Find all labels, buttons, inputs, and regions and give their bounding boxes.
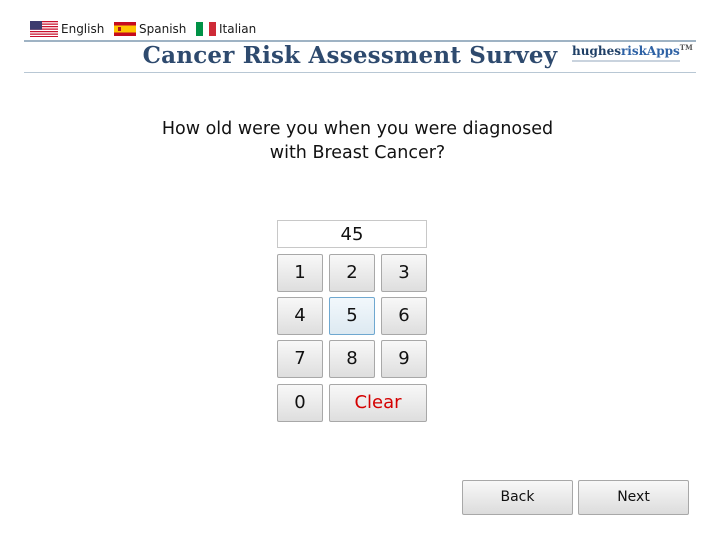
question-line-1: How old were you when you were diagnosed <box>161 119 554 139</box>
language-spanish[interactable]: Spanish <box>114 19 186 39</box>
header-divider-bottom <box>24 72 696 73</box>
question-text: How old were you when you were diagnosed… <box>0 117 715 165</box>
keypad-clear-button[interactable]: Clear <box>329 384 427 422</box>
keypad-key-6[interactable]: 6 <box>381 297 427 335</box>
brand-trademark: TM <box>679 43 693 52</box>
language-label: Italian <box>219 22 257 36</box>
keypad-key-2[interactable]: 2 <box>329 254 375 292</box>
keypad-key-4[interactable]: 4 <box>277 297 323 335</box>
spain-flag-icon <box>114 22 136 36</box>
language-italian[interactable]: Italian <box>196 19 256 39</box>
language-label: English <box>61 22 105 36</box>
keypad-key-0[interactable]: 0 <box>277 384 323 422</box>
keypad-key-8[interactable]: 8 <box>329 340 375 378</box>
language-english[interactable]: English <box>30 19 104 39</box>
age-input-display[interactable]: 45 <box>277 220 427 248</box>
language-label: Spanish <box>139 22 187 36</box>
us-flag-icon <box>30 21 58 37</box>
back-button[interactable]: Back <box>462 480 573 515</box>
keypad-key-1[interactable]: 1 <box>277 254 323 292</box>
keypad-key-9[interactable]: 9 <box>381 340 427 378</box>
brand-name-part1: hughes <box>572 44 621 58</box>
brand-tagline <box>572 60 680 62</box>
brand-name-part2: riskApps <box>620 44 680 58</box>
keypad-key-5[interactable]: 5 <box>329 297 375 335</box>
italy-flag-icon <box>196 22 216 36</box>
brand-logo: hughesriskAppsTM <box>572 43 702 62</box>
keypad-key-7[interactable]: 7 <box>277 340 323 378</box>
question-line-2: with Breast Cancer? <box>269 143 446 163</box>
keypad-key-3[interactable]: 3 <box>381 254 427 292</box>
next-button[interactable]: Next <box>578 480 689 515</box>
